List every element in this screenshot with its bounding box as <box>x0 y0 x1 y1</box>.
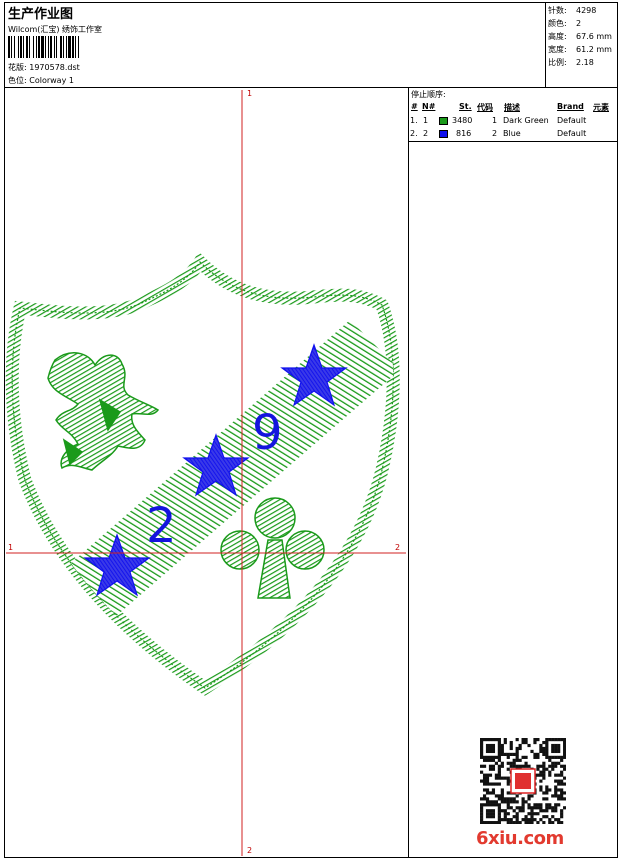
stat-height: 高度: 67.6 mm <box>548 32 612 41</box>
axis-label-right: 2 <box>395 543 401 552</box>
col-element: 元素 <box>593 103 609 112</box>
stat-stitches: 针数: 4298 <box>548 6 597 15</box>
col-num: # <box>411 102 418 111</box>
design-number-right: 9 <box>252 405 283 461</box>
company-name: Wilcom(汇宝) 绣饰工作室 <box>8 25 103 34</box>
lion-emblem <box>47 352 160 471</box>
axis-label-left: 1 <box>8 543 14 552</box>
embroidery-design: 2 9 <box>5 90 406 856</box>
col-desc: 描述 <box>504 103 520 112</box>
col-brand: Brand <box>557 102 584 111</box>
color-swatch <box>439 117 448 125</box>
pattern-info: 花版: 1970578.dst <box>8 62 80 73</box>
page-title: 生产作业图 <box>8 7 74 22</box>
stat-colors: 颜色: 2 <box>548 19 582 28</box>
design-number-left: 2 <box>146 498 177 554</box>
axis-label-top: 1 <box>247 89 253 98</box>
col-stitches: St. <box>459 102 472 111</box>
stat-width: 宽度: 61.2 mm <box>548 45 612 54</box>
qr-code <box>480 738 566 824</box>
pattern-value: 1970578.dst <box>29 63 80 72</box>
club-symbol <box>220 497 325 599</box>
watermark: 6xiu.com <box>476 828 564 849</box>
color-swatch <box>439 130 448 138</box>
col-no: N# <box>422 102 436 111</box>
stop-sequence-divider <box>408 141 618 142</box>
axis-label-bottom: 2 <box>247 846 253 855</box>
pattern-label: 花版: <box>8 63 30 72</box>
colorway-label: 色位: <box>8 76 30 85</box>
colorway-info: 色位: Colorway 1 <box>8 75 74 86</box>
col-code: 代码 <box>477 103 493 112</box>
colorway-value: Colorway 1 <box>29 76 74 85</box>
stop-sequence-title: 停止顺序: <box>411 90 446 99</box>
barcode <box>8 36 79 58</box>
stat-scale: 比例: 2.18 <box>548 58 594 67</box>
stats-list: 针数: 4298 颜色: 2 高度: 67.6 mm 宽度: 61.2 mm 比例: 2.… <box>548 4 612 69</box>
